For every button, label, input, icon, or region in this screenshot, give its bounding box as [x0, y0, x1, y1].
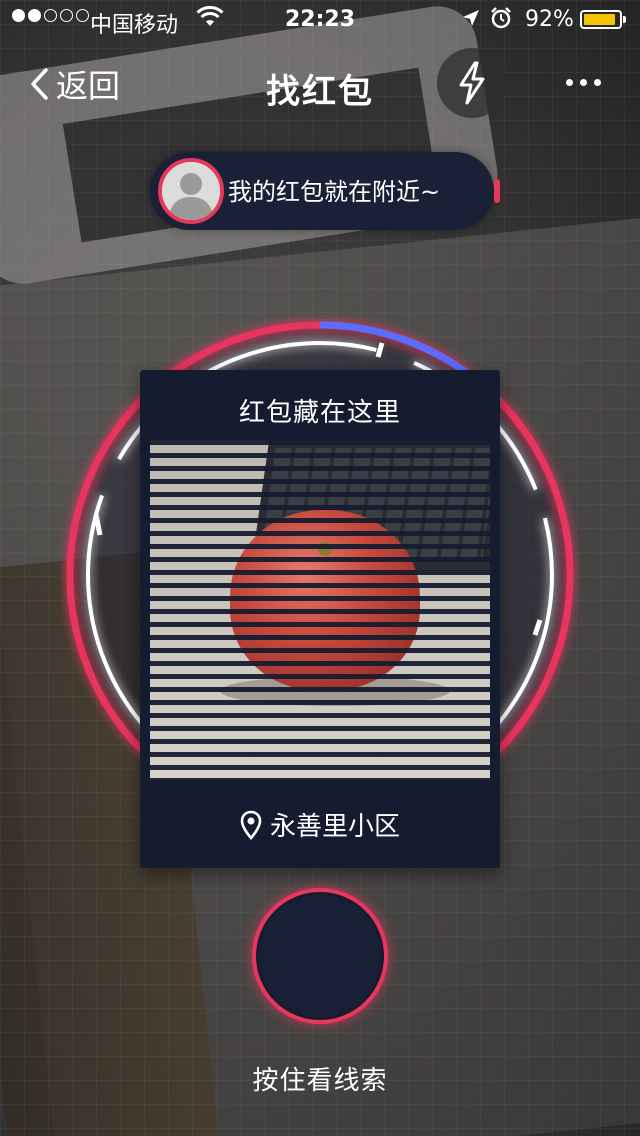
alarm-icon [491, 7, 511, 29]
photo-scan-stripes [150, 440, 490, 780]
card-location: 永善里小区 [140, 806, 500, 843]
location-arrow-icon [463, 10, 479, 26]
hold-to-view-button[interactable] [252, 888, 388, 1024]
lightning-icon [459, 61, 485, 105]
default-user-avatar-icon [162, 162, 220, 220]
clue-photo [150, 440, 490, 780]
battery-percent: 92% [525, 7, 574, 32]
battery-icon [580, 10, 626, 29]
flash-button[interactable] [437, 48, 507, 118]
nav-bar: 返回 找红包 [0, 46, 640, 122]
camera-screen: 中国移动 22:23 92% 返回 找红包 我的红包就在附近~ 红包藏在这里 永… [0, 0, 640, 1136]
red-packet-clue-card: 红包藏在这里 永善里小区 [140, 370, 500, 868]
map-pin-icon [240, 810, 262, 840]
hint-accent [494, 179, 500, 203]
page-title: 找红包 [266, 72, 374, 112]
more-button[interactable] [566, 70, 616, 94]
location-name: 永善里小区 [269, 812, 400, 842]
card-title: 红包藏在这里 [238, 398, 401, 428]
more-dots-icon [566, 78, 573, 86]
avatar [158, 158, 224, 224]
hint-bubble: 我的红包就在附近~ [150, 152, 500, 230]
hold-button-label: 按住看线索 [252, 1066, 388, 1096]
hint-text: 我的红包就在附近~ [228, 178, 441, 206]
status-bar: 中国移动 22:23 92% [0, 0, 640, 40]
